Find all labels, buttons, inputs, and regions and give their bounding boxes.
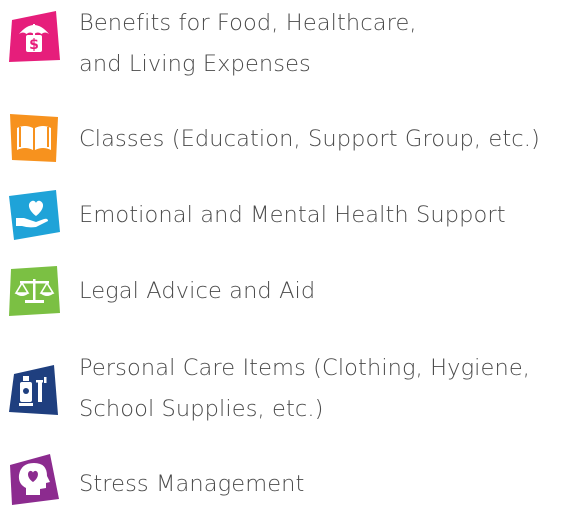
- item-label-line: Personal Care Items (Clothing, Hygiene,: [79, 355, 531, 381]
- item-label-line: Stress Management: [79, 471, 305, 497]
- item-label-line: Benefits for Food, Healthcare,: [79, 10, 417, 36]
- item-label-line: Classes (Education, Support Group, etc.): [79, 126, 540, 152]
- toiletries-icon: [6, 362, 62, 418]
- services-list: { "items": [ { "icon": "umbrella-dollar-…: [0, 0, 566, 506]
- open-book-icon: [6, 110, 62, 166]
- scales-icon: [6, 263, 62, 319]
- item-label-line: School Supplies, etc.): [79, 396, 324, 422]
- item-label-line: Legal Advice and Aid: [79, 278, 316, 304]
- umbrella-dollar-icon: $: [6, 8, 62, 64]
- svg-text:$: $: [29, 37, 39, 53]
- hand-heart-icon: [6, 186, 62, 242]
- item-label-line: and Living Expenses: [79, 51, 311, 77]
- item-label-line: Emotional and Mental Health Support: [79, 202, 506, 228]
- head-heart-icon: [6, 451, 62, 507]
